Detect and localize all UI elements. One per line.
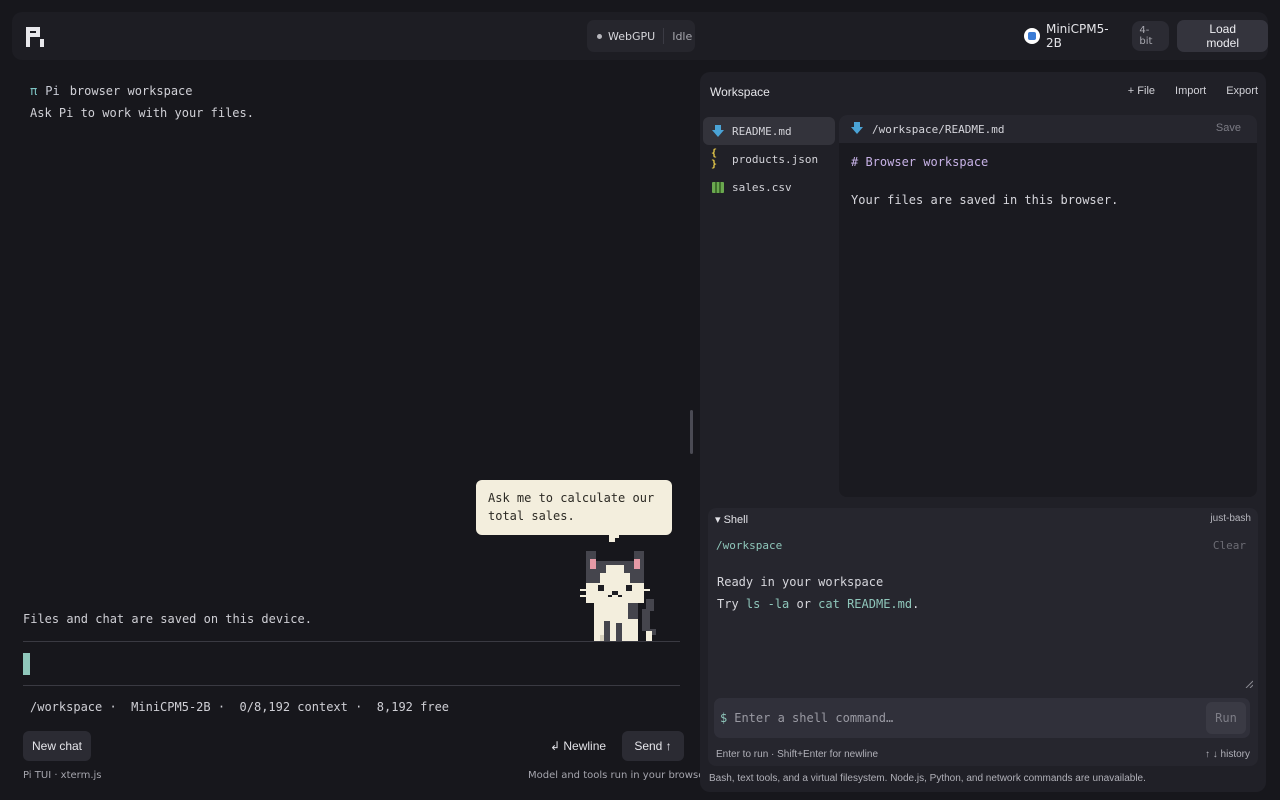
shell-command-input[interactable]: $ Enter a shell command… Run: [714, 698, 1250, 738]
terminal-title: browser workspace: [69, 84, 193, 98]
editor-header: /workspace/README.md Save: [839, 115, 1257, 143]
shell-ready-line: Ready in your workspace: [717, 575, 884, 589]
run-button[interactable]: Run: [1206, 702, 1246, 734]
context-status: /workspace · MiniCPM5-2B · 0/8,192 conte…: [30, 700, 450, 714]
chat-input-cursor[interactable]: [23, 653, 30, 675]
workspace-panel: Workspace + File Import Export README.md…: [700, 72, 1266, 792]
speech-bubble-tail: [609, 535, 619, 542]
file-path: /workspace/README.md: [872, 122, 1005, 136]
file-list: README.md { } products.json sales.csv: [703, 117, 835, 201]
history-hint[interactable]: ↑ ↓ history: [1205, 749, 1250, 760]
credits: Pi TUI · xterm.js: [23, 770, 102, 781]
file-item-products[interactable]: { } products.json: [703, 145, 835, 173]
prompt-symbol: $: [720, 711, 728, 725]
status-dot-icon: [597, 33, 602, 39]
shell-panel: ▾ Shell just-bash /workspace Clear Ready…: [708, 508, 1258, 766]
spreadsheet-icon: [711, 180, 725, 194]
text: or: [789, 597, 819, 611]
export-button[interactable]: Export: [1226, 85, 1258, 97]
clear-button[interactable]: Clear: [1213, 539, 1246, 552]
saved-note: Files and chat are saved on this device.: [23, 612, 312, 626]
pane-resize-handle[interactable]: [690, 410, 693, 454]
file-item-sales[interactable]: sales.csv: [703, 173, 835, 201]
save-button[interactable]: Save: [1216, 122, 1241, 134]
runtime-note: Model and tools run in your browser: [528, 770, 709, 781]
editor-content[interactable]: # Browser workspace Your files are saved…: [839, 143, 1257, 220]
pi-logo-icon[interactable]: [26, 27, 46, 47]
shell-placeholder: Enter a shell command…: [734, 711, 894, 725]
state-label: Idle: [672, 29, 693, 43]
workspace-footer-note: Bash, text tools, and a virtual filesyst…: [709, 773, 1146, 784]
file-name: sales.csv: [732, 180, 792, 194]
send-button[interactable]: Send ↑: [622, 731, 684, 761]
quantization-badge: 4-bit: [1132, 21, 1170, 51]
divider: [663, 28, 665, 44]
terminal-header: π Pi browser workspace: [30, 84, 193, 98]
text: .: [912, 597, 920, 611]
markdown-icon: [711, 124, 725, 138]
resize-grip-icon[interactable]: [1245, 680, 1253, 688]
suggested-command: cat README.md: [818, 597, 913, 611]
suggested-command: ls -la: [745, 597, 790, 611]
divider: [23, 641, 680, 642]
text: Try: [717, 597, 746, 611]
shell-cwd: /workspace: [716, 539, 783, 552]
backend-label: WebGPU: [608, 29, 656, 43]
backend-status: WebGPU Idle: [587, 20, 695, 52]
model-logo-icon: [1024, 28, 1040, 44]
shell-output: Ready in your workspace Try ls -la or ca…: [717, 571, 919, 615]
file-name: README.md: [732, 124, 792, 138]
workspace-title: Workspace: [710, 85, 770, 99]
divider: [23, 685, 680, 686]
pi-name: Pi: [45, 84, 60, 98]
model-info: MiniCPM5-2B 4-bit Load model: [1024, 20, 1268, 52]
file-name: products.json: [732, 152, 819, 166]
top-bar: WebGPU Idle MiniCPM5-2B 4-bit Load model: [12, 12, 1268, 60]
workspace-actions: + File Import Export: [1128, 85, 1258, 97]
pi-symbol: π: [30, 84, 38, 98]
editor-line: Your files are saved in this browser.: [851, 193, 1119, 207]
shell-toggle[interactable]: ▾ Shell: [715, 513, 748, 526]
mascot-speech-bubble: Ask me to calculate our total sales.: [476, 480, 672, 535]
shell-keys-hint: Enter to run · Shift+Enter for newline: [716, 749, 879, 760]
json-icon: { }: [711, 148, 718, 170]
shell-hint-line: Try ls -la or cat README.md.: [717, 593, 919, 615]
file-editor: /workspace/README.md Save # Browser work…: [839, 115, 1257, 497]
load-model-button[interactable]: Load model: [1177, 20, 1268, 52]
model-name: MiniCPM5-2B: [1045, 22, 1109, 50]
newline-button[interactable]: ↲ Newline: [550, 739, 606, 753]
new-chat-button[interactable]: New chat: [23, 731, 91, 761]
import-button[interactable]: Import: [1175, 85, 1206, 97]
terminal-intro: Ask Pi to work with your files.: [30, 106, 254, 120]
editor-line: # Browser workspace: [851, 155, 989, 169]
markdown-icon: [851, 121, 863, 137]
new-file-button[interactable]: + File: [1128, 85, 1155, 97]
shell-type: just-bash: [1210, 513, 1251, 524]
pixel-cat-icon: [580, 551, 656, 641]
file-item-readme[interactable]: README.md: [703, 117, 835, 145]
